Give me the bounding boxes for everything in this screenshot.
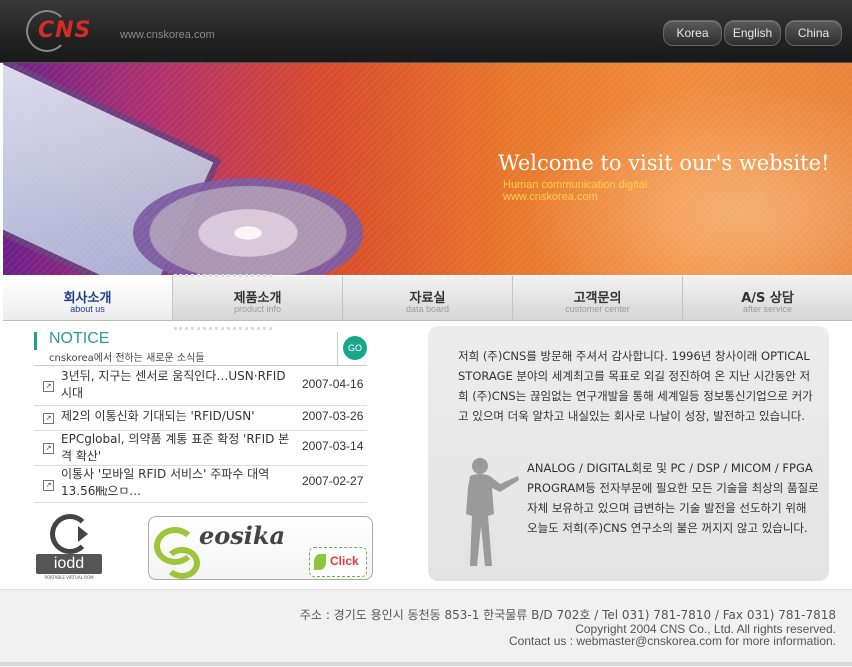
leaf-icon: [314, 554, 326, 570]
footer-contact: Contact us : webmaster@cnskorea.com for …: [509, 634, 836, 648]
logo-text: CNS: [38, 18, 92, 43]
notice-item-title[interactable]: 이통사 '모바일 RFID 서비스' 주파수 대역 13.56㎒으ㅁ...: [61, 466, 299, 500]
arrow-icon: ↗: [43, 381, 54, 392]
notice-go-button[interactable]: GO: [343, 336, 367, 360]
eosika-logo-arc: [164, 547, 200, 579]
notice-accent-bar: [34, 332, 37, 350]
notice-item-date: 2007-03-14: [302, 439, 364, 453]
eosika-wordmark: eosika: [199, 521, 286, 550]
notice-item-title[interactable]: 3년뒤, 지구는 센서로 움직인다…USN·RFID 시대: [61, 368, 299, 402]
click-button[interactable]: Click: [309, 547, 367, 577]
nav-sublabel: customer center: [565, 304, 630, 314]
notice-row[interactable]: ↗ EPCglobal, 의약품 계통 표준 확정 'RFID 본격 확산' 2…: [34, 431, 367, 466]
lang-china-button[interactable]: China: [785, 20, 842, 46]
notice-row[interactable]: ↗ 이통사 '모바일 RFID 서비스' 주파수 대역 13.56㎒으ㅁ... …: [34, 466, 367, 503]
footer-address: 주소 : 경기도 용인시 동천동 853-1 한국물류 B/D 702호 / T…: [299, 608, 836, 622]
contact-email-link[interactable]: webmaster@cnskorea.com: [576, 634, 722, 648]
eosika-banner-link[interactable]: eosika Click: [148, 516, 373, 580]
nav-about-us[interactable]: 회사소개 about us: [3, 276, 173, 320]
site-url: www.cnskorea.com: [120, 29, 215, 41]
businesswoman-silhouette-icon: [466, 458, 519, 566]
iodd-wordmark: iodd: [36, 554, 102, 574]
contact-prefix: Contact us :: [509, 634, 577, 648]
eosika-logo-icon: [154, 525, 200, 579]
nav-hover-highlight: [174, 274, 272, 330]
banner-subline: Human communication digital: [503, 179, 648, 191]
main-nav: 회사소개 about us 제품소개 product info 자료실 data…: [3, 276, 852, 321]
iodd-logo-link[interactable]: iodd PORTABLE VIRTUAL ROM: [36, 514, 104, 582]
nav-sublabel: after service: [742, 304, 793, 314]
nav-sublabel: data board: [405, 304, 450, 314]
arrow-icon: ↗: [43, 413, 54, 424]
nav-after-service[interactable]: A/S 상담 after service: [683, 276, 852, 320]
nav-customer-center[interactable]: 고객문의 customer center: [513, 276, 683, 320]
arrow-icon: ↗: [43, 480, 54, 491]
notice-item-date: 2007-04-16: [302, 377, 364, 391]
notice-item-date: 2007-02-27: [302, 474, 364, 488]
header-bar: CNS www.cnskorea.com Korea English China: [0, 0, 852, 63]
greeting-paragraph: ANALOG / DIGITAL회로 및 PC / DSP / MICOM / …: [527, 461, 819, 535]
notice-row[interactable]: ↗ 제2의 이통신화 기대되는 'RFID/USN' 2007-03-26: [34, 406, 367, 431]
notice-item-date: 2007-03-26: [302, 409, 364, 423]
page: CNS www.cnskorea.com Korea English China…: [0, 0, 852, 667]
bottom-strip: [0, 662, 852, 666]
contact-suffix: for more information.: [721, 634, 836, 648]
cns-logo[interactable]: CNS: [26, 10, 116, 52]
greeting-paragraph: 저희 (주)CNS를 방문해 주셔서 감사합니다. 1996년 창사이래 OPT…: [458, 349, 813, 423]
play-icon: [78, 526, 88, 542]
arrow-icon: ↗: [43, 443, 54, 454]
notice-title: NOTICE: [49, 330, 110, 347]
iodd-tagline: PORTABLE VIRTUAL ROM: [44, 575, 94, 580]
click-label: Click: [330, 554, 359, 568]
nav-sublabel: about us: [70, 304, 105, 314]
nav-data-board[interactable]: 자료실 data board: [343, 276, 513, 320]
notice-subtitle: cnskorea에서 전하는 새로운 소식들: [49, 353, 205, 364]
banner-url: www.cnskorea.com: [503, 191, 598, 203]
notice-item-title[interactable]: EPCglobal, 의약품 계통 표준 확정 'RFID 본격 확산': [61, 431, 299, 465]
banner-headline: Welcome to visit our's website!: [498, 151, 830, 175]
lang-korea-button[interactable]: Korea: [663, 20, 722, 46]
footer: 주소 : 경기도 용인시 동천동 853-1 한국물류 B/D 702호 / T…: [0, 589, 852, 667]
lang-english-button[interactable]: English: [724, 20, 781, 46]
notice-divider: [34, 365, 367, 366]
notice-item-title[interactable]: 제2의 이통신화 기대되는 'RFID/USN': [61, 408, 299, 425]
main-banner: Welcome to visit our's website! Human co…: [3, 63, 852, 275]
notice-divider: [337, 332, 338, 365]
notice-row[interactable]: ↗ 3년뒤, 지구는 센서로 움직인다…USN·RFID 시대 2007-04-…: [34, 367, 367, 406]
